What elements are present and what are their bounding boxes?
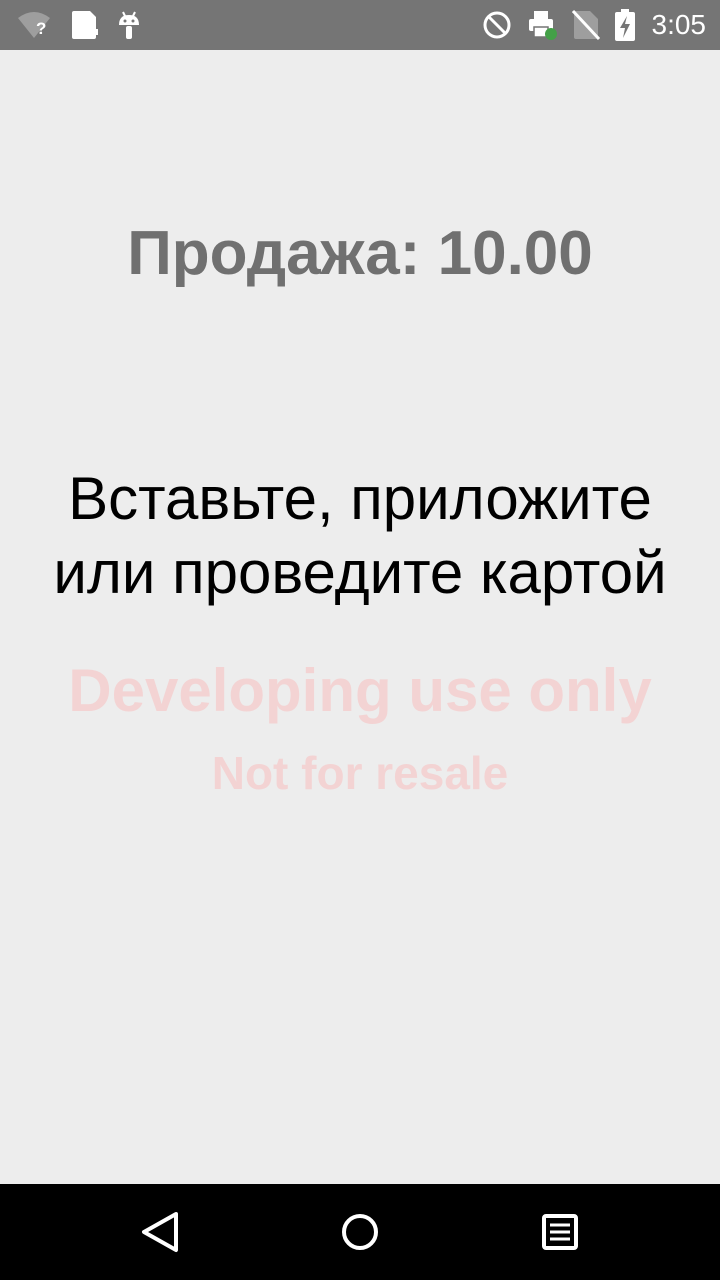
home-button[interactable] (336, 1208, 384, 1256)
android-icon (116, 9, 142, 41)
sim-card-icon (70, 9, 98, 41)
wifi-unknown-icon: ? (16, 10, 52, 40)
status-right-icons: 3:05 (482, 8, 707, 42)
card-prompt: Вставьте, приложите или проведите картой (0, 462, 720, 610)
do-not-disturb-icon (482, 10, 512, 40)
status-clock: 3:05 (651, 9, 707, 40)
status-left-icons: ? (16, 8, 142, 42)
back-icon (142, 1212, 178, 1252)
sale-amount-title: Продажа: 10.00 (127, 219, 593, 288)
printer-icon (526, 9, 558, 41)
watermark-developing: Developing use only (68, 657, 652, 724)
navigation-bar (0, 1184, 720, 1280)
recents-button[interactable] (536, 1208, 584, 1256)
battery-charging-icon (614, 8, 636, 42)
payment-screen: Продажа: 10.00 Вставьте, приложите или п… (0, 50, 720, 1184)
status-bar: ? 3:05 (0, 0, 720, 50)
card-prompt-line-2: или проведите картой (53, 539, 667, 606)
recents-icon (542, 1214, 578, 1250)
watermark-not-for-resale: Not for resale (211, 747, 509, 799)
no-sim-icon (571, 9, 600, 41)
wifi-badge: ? (36, 19, 47, 38)
home-icon (342, 1214, 378, 1250)
card-prompt-line-1: Вставьте, приложите (68, 465, 652, 532)
back-button[interactable] (136, 1208, 184, 1256)
